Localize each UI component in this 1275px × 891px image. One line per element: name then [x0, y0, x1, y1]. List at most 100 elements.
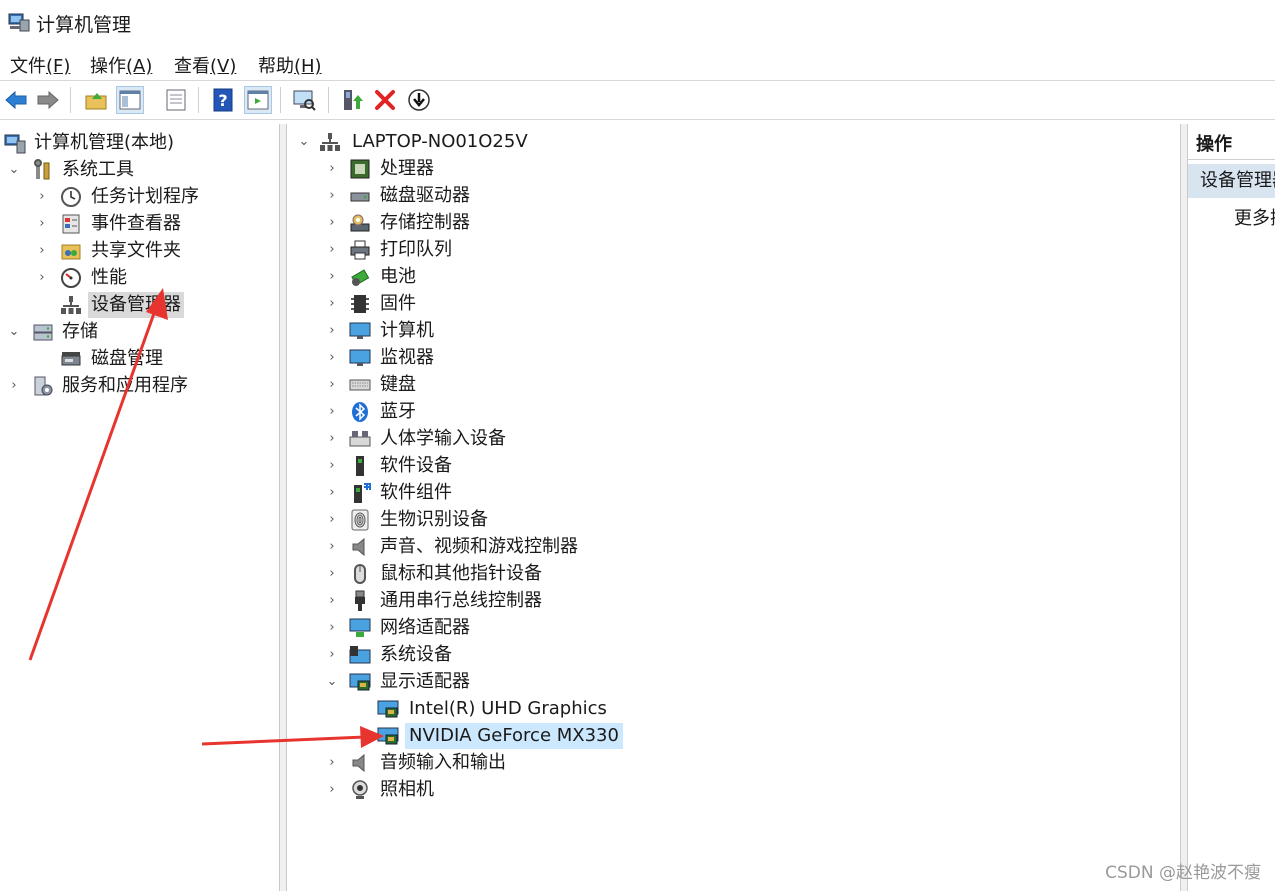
device-category-cameras[interactable]: › 照相机: [287, 777, 1180, 803]
chevron-right-icon[interactable]: ›: [7, 373, 21, 399]
software-device-icon: [349, 455, 371, 477]
device-category-batteries[interactable]: › 电池: [287, 264, 1180, 290]
device-category-display-adapters[interactable]: ⌄ 显示适配器: [287, 669, 1180, 695]
device-category-monitors[interactable]: › 监视器: [287, 345, 1180, 371]
device-category-firmware[interactable]: › 固件: [287, 291, 1180, 317]
device-category-processor[interactable]: › 处理器: [287, 156, 1180, 182]
chevron-right-icon[interactable]: ›: [35, 238, 49, 264]
chevron-right-icon[interactable]: ›: [325, 642, 339, 668]
device-category-network-adapters[interactable]: › 网络适配器: [287, 615, 1180, 641]
chevron-right-icon[interactable]: ›: [325, 264, 339, 290]
action-pane-icon[interactable]: [244, 86, 272, 114]
device-root-laptop[interactable]: ⌄ LAPTOP-NO01O25V: [287, 129, 1180, 155]
tree-item-services-applications[interactable]: › 服务和应用程序: [0, 373, 279, 399]
device-category-sound-video-game[interactable]: › 声音、视频和游戏控制器: [287, 534, 1180, 560]
update-driver-icon[interactable]: [339, 87, 365, 113]
device-category-usb-controllers[interactable]: › 通用串行总线控制器: [287, 588, 1180, 614]
device-category-bluetooth[interactable]: › 蓝牙: [287, 399, 1180, 425]
device-category-biometric[interactable]: › 生物识别设备: [287, 507, 1180, 533]
chevron-down-icon[interactable]: ⌄: [7, 319, 21, 345]
display-adapter-icon: [349, 671, 371, 693]
actions-section-device-manager[interactable]: 设备管理器: [1188, 164, 1275, 198]
device-tree-panel[interactable]: ⌄ LAPTOP-NO01O25V › 处理器 › 磁盘驱动器 › 存储控制器 …: [287, 124, 1181, 891]
chevron-right-icon[interactable]: ›: [325, 750, 339, 776]
device-category-system-devices[interactable]: › 系统设备: [287, 642, 1180, 668]
download-circle-icon[interactable]: [406, 87, 432, 113]
computer-manage-icon: [4, 132, 26, 154]
tree-item-event-viewer[interactable]: › 事件查看器: [0, 211, 279, 237]
device-label: 蓝牙: [380, 401, 416, 422]
device-nvidia-geforce-mx330[interactable]: NVIDIA GeForce MX330: [287, 723, 1180, 749]
storage-controller-icon: [349, 212, 371, 234]
chevron-right-icon[interactable]: ›: [325, 210, 339, 236]
chevron-right-icon[interactable]: ›: [325, 291, 339, 317]
toolbar: ?: [0, 81, 1275, 120]
tools-icon: [32, 159, 54, 181]
properties-icon[interactable]: [163, 87, 189, 113]
tree-item-system-tools[interactable]: ⌄ 系统工具: [0, 157, 279, 183]
more-actions-link[interactable]: 更多操作: [1234, 204, 1275, 230]
splitter-left[interactable]: [280, 124, 287, 891]
chevron-right-icon[interactable]: ›: [325, 156, 339, 182]
chevron-down-icon[interactable]: ⌄: [325, 669, 339, 695]
display-adapter-icon: [377, 698, 399, 720]
menu-action[interactable]: 操作(A): [90, 52, 152, 78]
chevron-right-icon[interactable]: ›: [325, 426, 339, 452]
chevron-right-icon[interactable]: ›: [325, 777, 339, 803]
uninstall-x-icon[interactable]: [372, 87, 398, 113]
network-icon: [349, 617, 371, 639]
tree-item-label: 共享文件夹: [91, 240, 181, 261]
chevron-right-icon[interactable]: ›: [325, 183, 339, 209]
menu-file[interactable]: 文件(F): [10, 52, 70, 78]
device-category-storage-controllers[interactable]: › 存储控制器: [287, 210, 1180, 236]
device-category-software-components[interactable]: › 软件组件: [287, 480, 1180, 506]
forward-arrow-icon[interactable]: [35, 87, 61, 113]
chevron-right-icon[interactable]: ›: [325, 615, 339, 641]
watermark: CSDN @赵艳波不瘦: [1105, 863, 1261, 883]
device-category-print-queues[interactable]: › 打印队列: [287, 237, 1180, 263]
menu-help[interactable]: 帮助(H): [258, 52, 322, 78]
device-category-audio-io[interactable]: › 音频输入和输出: [287, 750, 1180, 776]
device-category-computer[interactable]: › 计算机: [287, 318, 1180, 344]
device-category-keyboards[interactable]: › 键盘: [287, 372, 1180, 398]
up-folder-icon[interactable]: [83, 87, 109, 113]
window-title: 计算机管理: [36, 14, 132, 36]
chevron-down-icon[interactable]: ⌄: [7, 157, 21, 183]
splitter-right[interactable]: [1181, 124, 1188, 891]
chevron-right-icon[interactable]: ›: [325, 453, 339, 479]
tree-item-storage[interactable]: ⌄ 存储: [0, 319, 279, 345]
sound-icon: [349, 536, 371, 558]
chevron-right-icon[interactable]: ›: [325, 588, 339, 614]
chevron-right-icon[interactable]: ›: [325, 345, 339, 371]
help-icon[interactable]: ?: [210, 87, 236, 113]
tree-item-performance[interactable]: › 性能: [0, 265, 279, 291]
chevron-right-icon[interactable]: ›: [35, 211, 49, 237]
console-tree-panel[interactable]: 计算机管理(本地) ⌄ 系统工具 › 任务计划程序 › 事件查看器 › 共享文件…: [0, 124, 280, 891]
scan-hardware-icon[interactable]: [291, 87, 317, 113]
device-intel-uhd-graphics[interactable]: Intel(R) UHD Graphics: [287, 696, 1180, 722]
chevron-right-icon[interactable]: ›: [325, 534, 339, 560]
chevron-right-icon[interactable]: ›: [325, 480, 339, 506]
tree-item-device-manager[interactable]: 设备管理器: [0, 292, 279, 318]
console-tree-icon[interactable]: [116, 86, 144, 114]
chevron-right-icon[interactable]: ›: [325, 507, 339, 533]
tree-item-shared-folders[interactable]: › 共享文件夹: [0, 238, 279, 264]
device-category-software-devices[interactable]: › 软件设备: [287, 453, 1180, 479]
chevron-right-icon[interactable]: ›: [325, 561, 339, 587]
chevron-right-icon[interactable]: ›: [325, 318, 339, 344]
tree-item-disk-management[interactable]: 磁盘管理: [0, 346, 279, 372]
back-arrow-icon[interactable]: [3, 87, 29, 113]
device-category-hid[interactable]: › 人体学输入设备: [287, 426, 1180, 452]
tree-item-computer-management-local[interactable]: 计算机管理(本地): [0, 130, 279, 156]
chevron-right-icon[interactable]: ›: [35, 184, 49, 210]
tree-item-task-scheduler[interactable]: › 任务计划程序: [0, 184, 279, 210]
menu-view[interactable]: 查看(V): [174, 52, 236, 78]
menu-help-label: 帮助: [258, 56, 294, 77]
chevron-right-icon[interactable]: ›: [325, 237, 339, 263]
device-category-mice[interactable]: › 鼠标和其他指针设备: [287, 561, 1180, 587]
chevron-down-icon[interactable]: ⌄: [297, 129, 311, 155]
chevron-right-icon[interactable]: ›: [325, 399, 339, 425]
chevron-right-icon[interactable]: ›: [35, 265, 49, 291]
device-category-disk-drives[interactable]: › 磁盘驱动器: [287, 183, 1180, 209]
chevron-right-icon[interactable]: ›: [325, 372, 339, 398]
